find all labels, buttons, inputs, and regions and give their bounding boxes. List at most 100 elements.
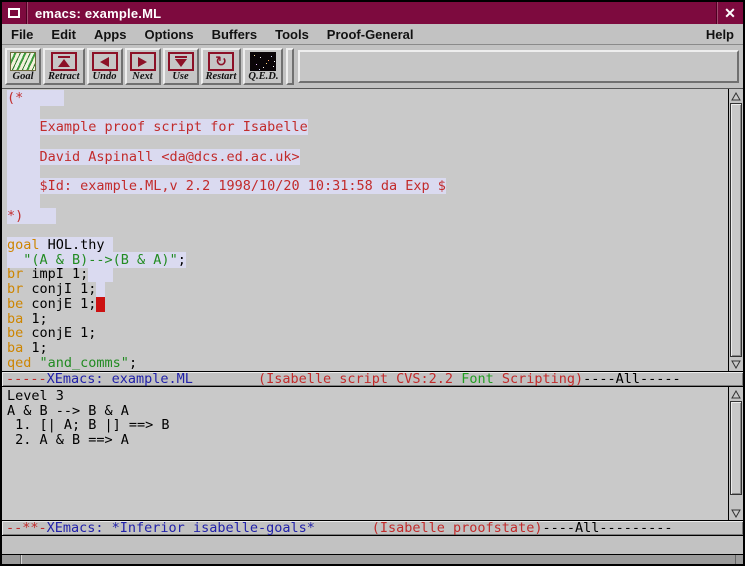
toolbar-button-label: Use: [172, 71, 188, 82]
text-segment: qed: [7, 355, 31, 371]
text-segment: -----: [6, 371, 47, 387]
menu-item-file[interactable]: File: [2, 24, 42, 45]
menu-item-options[interactable]: Options: [135, 24, 202, 45]
toolbar-button-label: Undo: [93, 71, 117, 82]
scrollbar-track[interactable]: [730, 496, 742, 507]
menu-bar: FileEditAppsOptionsBuffersToolsProof-Gen…: [2, 24, 743, 45]
minibuffer[interactable]: [2, 536, 743, 554]
goal-logo-icon: [10, 52, 36, 71]
text-segment: 1. [| A; B |] ==> B: [7, 417, 170, 433]
toolbar-button-label: Q.E.D.: [248, 71, 278, 82]
menu-item-apps[interactable]: Apps: [85, 24, 136, 45]
toolbar-button-goal[interactable]: Goal: [5, 48, 41, 85]
text-segment: (Isabelle proofstate): [372, 520, 543, 536]
code-line: br impI 1;: [7, 267, 728, 282]
text-segment: ba: [7, 311, 23, 327]
window-menu-button[interactable]: [2, 2, 26, 24]
xemacs-window: emacs: example.ML ✕ FileEditAppsOptionsB…: [0, 0, 745, 566]
toolbar-separator: [286, 48, 294, 85]
menu-item-proof-general[interactable]: Proof-General: [318, 24, 423, 45]
scroll-up-icon[interactable]: [730, 90, 742, 102]
text-segment: "and_comms": [40, 355, 129, 371]
text-segment: ba: [7, 340, 23, 356]
code-line: David Aspinall <da@dcs.ed.ac.uk>: [7, 150, 728, 165]
toolbar-button-label: Restart: [206, 71, 237, 82]
toolbar-button-label: Next: [132, 71, 152, 82]
code-line: *): [7, 209, 728, 224]
code-line: [7, 106, 728, 121]
text-segment: goal: [7, 237, 40, 253]
code-line: qed "and_comms";: [7, 356, 728, 371]
toolbar-button-retract[interactable]: Retract: [43, 48, 85, 85]
text-segment: conjE 1;: [23, 296, 96, 312]
menu-bar-items: FileEditAppsOptionsBuffersToolsProof-Gen…: [2, 24, 422, 44]
text-segment: Level 3: [7, 388, 64, 404]
script-buffer[interactable]: (* Example proof script for Isabelle Dav…: [2, 89, 728, 371]
text-segment: 1;: [23, 311, 47, 327]
text-segment: [193, 371, 258, 387]
text-segment: "(A & B)-->(B & A)": [23, 252, 177, 268]
text-segment: ;: [178, 252, 186, 268]
window-resize-bar[interactable]: [2, 554, 743, 564]
code-line: ba 1;: [7, 341, 728, 356]
qed-stars-icon: [250, 52, 276, 71]
goals-buffer[interactable]: Level 3A & B --> B & A 1. [| A; B |] ==>…: [2, 387, 728, 520]
text-segment: HOL.thy: [40, 237, 113, 253]
toolbar-button-qed[interactable]: Q.E.D.: [243, 48, 283, 85]
text-segment: David Aspinall <da@dcs.ed.ac.uk>: [7, 149, 300, 165]
scroll-down-icon[interactable]: [730, 358, 742, 370]
code-line: "(A & B)-->(B & A)";: [7, 253, 728, 268]
code-line: be conjE 1;: [7, 297, 728, 312]
toolbar-button-next[interactable]: Next: [125, 48, 161, 85]
menu-item-tools[interactable]: Tools: [266, 24, 318, 45]
resize-bar-right-segment[interactable]: [735, 555, 743, 564]
code-line: br conjI 1;: [7, 282, 728, 297]
titlebar[interactable]: emacs: example.ML ✕: [2, 2, 743, 24]
code-line: [7, 165, 728, 180]
text-segment: ----All-----: [583, 371, 681, 387]
scroll-down-icon[interactable]: [730, 507, 742, 519]
code-line: A & B --> B & A: [7, 404, 728, 419]
script-window: (* Example proof script for Isabelle Dav…: [2, 89, 743, 371]
text-segment: [88, 266, 112, 282]
text-segment: be: [7, 296, 23, 312]
text-segment: conjI 1;: [23, 281, 96, 297]
code-line: 2. A & B ==> A: [7, 433, 728, 448]
close-button[interactable]: ✕: [717, 2, 743, 24]
code-line: Example proof script for Isabelle: [7, 120, 728, 135]
text-segment: [7, 252, 23, 268]
window-menu-icon: [8, 8, 20, 18]
script-modeline: -----XEmacs: example.ML (Isabelle script…: [2, 371, 743, 387]
use-icon: [168, 52, 194, 71]
toolbar-button-label: Goal: [13, 71, 34, 82]
goals-scrollbar[interactable]: [728, 387, 743, 520]
code-line: [7, 223, 728, 238]
text-segment: $Id: example.ML,v 2.2 1998/10/20 10:31:5…: [7, 178, 446, 194]
toolbar-button-undo[interactable]: Undo: [87, 48, 123, 85]
retract-icon: [51, 52, 77, 71]
toolbar-button-use[interactable]: Use: [163, 48, 199, 85]
code-line: be conjE 1;: [7, 326, 728, 341]
toolbar: Goal Retract Undo Next Use ↻ Restart Q.E…: [2, 45, 743, 89]
text-segment: Scripting): [494, 371, 583, 387]
menu-item-buffers[interactable]: Buffers: [203, 24, 267, 45]
toolbar-button-restart[interactable]: ↻ Restart: [201, 48, 242, 85]
code-line: $Id: example.ML,v 2.2 1998/10/20 10:31:5…: [7, 179, 728, 194]
menu-item-help[interactable]: Help: [697, 24, 743, 45]
text-segment: br: [7, 266, 23, 282]
menu-item-edit[interactable]: Edit: [42, 24, 85, 45]
text-segment: ----All---------: [542, 520, 672, 536]
text-segment: impI 1;: [23, 266, 88, 282]
code-line: Level 3: [7, 389, 728, 404]
scrollbar-thumb[interactable]: [730, 103, 742, 357]
resize-bar-left-segment[interactable]: [2, 555, 21, 564]
script-scrollbar[interactable]: [728, 89, 743, 371]
text-segment: [315, 520, 372, 536]
scrollbar-thumb[interactable]: [730, 401, 742, 495]
text-segment: --**-: [6, 520, 47, 536]
goals-modeline: --**-XEmacs: *Inferior isabelle-goals* (…: [2, 520, 743, 536]
scroll-up-icon[interactable]: [730, 388, 742, 400]
text-segment: be: [7, 325, 23, 341]
text-segment: [31, 355, 39, 371]
resize-bar-middle[interactable]: [21, 555, 735, 564]
